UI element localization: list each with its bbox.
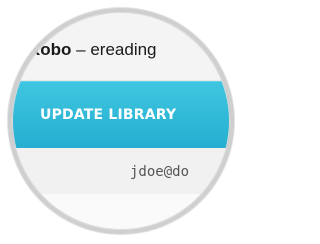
content-area xyxy=(8,194,234,234)
magnifier-view: Kobo – ereading UPDATE LIBRARY jdoe@do xyxy=(8,8,234,234)
account-email: jdoe@do xyxy=(130,164,190,180)
brand-name: Kobo xyxy=(28,40,72,59)
update-library-button-label: UPDATE LIBRARY xyxy=(40,107,177,123)
window-title-suffix: – ereading xyxy=(71,40,157,59)
update-library-button[interactable]: UPDATE LIBRARY xyxy=(8,81,234,149)
zoomed-screenshot: Kobo – ereading UPDATE LIBRARY jdoe@do xyxy=(0,0,243,244)
title-bar: Kobo – ereading xyxy=(8,8,234,81)
account-row: jdoe@do xyxy=(8,148,234,194)
window-title: Kobo – ereading xyxy=(28,40,157,60)
